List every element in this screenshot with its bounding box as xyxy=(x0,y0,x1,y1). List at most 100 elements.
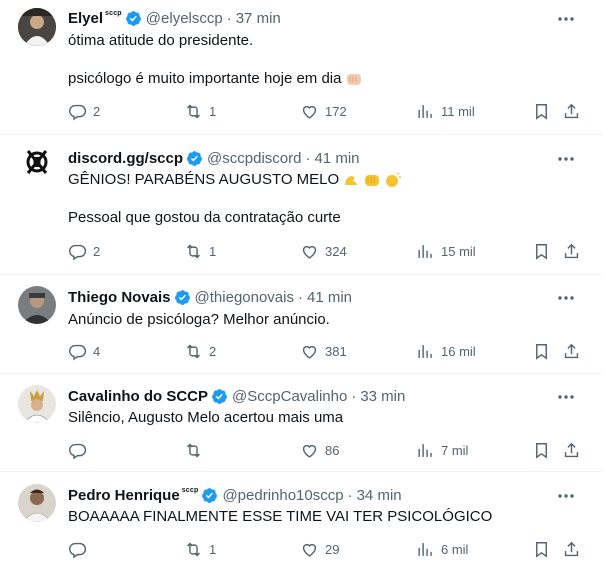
tweet-text-line: GÊNIOS! PARABÉNS AUGUSTO MELO xyxy=(68,170,402,190)
handle[interactable]: @SccpCavalinho xyxy=(232,388,347,405)
fist-emoji xyxy=(346,74,361,86)
verified-badge-icon xyxy=(187,150,202,166)
share-icon xyxy=(564,442,579,457)
tweet[interactable]: Elyel sccp @elyelsccp · 37 min ótima ati… xyxy=(0,0,603,135)
display-name[interactable]: Cavalinho do SCCP xyxy=(68,388,208,405)
retweet-button[interactable] xyxy=(184,439,209,461)
tweet-header: Pedro Henrique sccp @pedrinho10sccp · 34… xyxy=(68,486,402,504)
like-count: 324 xyxy=(325,243,347,259)
share-button[interactable] xyxy=(562,439,581,461)
tweet[interactable]: Pedro Henrique sccp @pedrinho10sccp · 34… xyxy=(0,472,603,571)
views-button[interactable]: 15 mil xyxy=(416,240,476,262)
share-button[interactable] xyxy=(562,340,581,362)
reply-count: 2 xyxy=(93,103,101,119)
avatar[interactable] xyxy=(18,143,56,181)
retweet-button[interactable]: 2 xyxy=(184,340,216,362)
views-count: 7 mil xyxy=(441,442,469,458)
more-options-icon[interactable] xyxy=(555,289,577,307)
more-options-icon[interactable] xyxy=(555,388,577,406)
display-name[interactable]: Pedro Henrique xyxy=(68,487,180,504)
tweet-header: Elyel sccp @elyelsccp · 37 min xyxy=(68,9,281,27)
like-button[interactable]: 324 xyxy=(300,240,347,262)
share-button[interactable] xyxy=(562,100,581,122)
tweet[interactable]: discord.gg/sccp @sccpdiscord · 41 min GÊ… xyxy=(0,135,603,275)
tweet-text-line: Anúncio de psicóloga? Melhor anúncio. xyxy=(68,311,330,328)
retweet-button[interactable]: 1 xyxy=(184,100,216,122)
bookmark-button[interactable] xyxy=(532,340,551,362)
display-name[interactable]: discord.gg/sccp xyxy=(68,150,183,167)
share-icon xyxy=(564,243,579,258)
views-chart-icon xyxy=(418,542,432,556)
reply-button[interactable]: 2 xyxy=(68,240,100,262)
share-button[interactable] xyxy=(562,538,581,560)
retweet-button[interactable]: 1 xyxy=(184,538,216,560)
reply-button[interactable] xyxy=(68,538,93,560)
more-options-icon[interactable] xyxy=(555,487,577,505)
tweet-text-line: ótima atitude do presidente. xyxy=(68,32,254,49)
timestamp[interactable]: 41 min xyxy=(314,150,359,167)
handle[interactable]: @pedrinho10sccp xyxy=(222,487,343,504)
reply-button[interactable] xyxy=(68,439,93,461)
views-chart-icon xyxy=(418,104,432,118)
display-name[interactable]: Thiego Novais xyxy=(68,289,171,306)
views-button[interactable]: 6 mil xyxy=(416,538,468,560)
timestamp[interactable]: 34 min xyxy=(357,487,402,504)
reply-icon xyxy=(69,244,87,260)
timestamp[interactable]: 33 min xyxy=(360,388,405,405)
more-options-icon[interactable] xyxy=(555,150,577,168)
share-button[interactable] xyxy=(562,240,581,262)
retweet-button[interactable]: 1 xyxy=(184,240,216,262)
views-button[interactable]: 7 mil xyxy=(416,439,468,461)
avatar[interactable] xyxy=(18,8,56,46)
more-options-icon[interactable] xyxy=(555,10,577,28)
action-bar: 86 7 mil xyxy=(68,439,589,461)
heart-icon xyxy=(302,105,317,119)
clapping-hands-emoji xyxy=(386,172,402,188)
heart-icon xyxy=(302,345,317,359)
action-bar: 2 1 324 15 mil xyxy=(68,240,589,262)
like-count: 381 xyxy=(325,343,347,359)
affiliation-label: sccp xyxy=(105,9,122,17)
share-icon xyxy=(564,343,579,358)
handle[interactable]: @thiegonovais xyxy=(195,289,294,306)
action-bar: 1 29 6 mil xyxy=(68,538,589,560)
verified-badge-icon xyxy=(202,487,218,503)
verified-badge-icon xyxy=(125,10,141,26)
like-button[interactable]: 86 xyxy=(300,439,339,461)
avatar[interactable] xyxy=(18,484,56,522)
views-button[interactable]: 11 mil xyxy=(416,100,475,122)
reply-count: 4 xyxy=(93,343,101,359)
retweet-count: 2 xyxy=(209,343,217,359)
bookmark-button[interactable] xyxy=(532,240,551,262)
display-name[interactable]: Elyel xyxy=(68,10,103,27)
like-button[interactable]: 381 xyxy=(300,340,347,362)
views-button[interactable]: 16 mil xyxy=(416,340,476,362)
action-bar: 2 1 172 11 mil xyxy=(68,100,589,122)
like-count: 86 xyxy=(325,442,340,458)
avatar[interactable] xyxy=(18,286,56,324)
timestamp[interactable]: 37 min xyxy=(236,10,281,27)
like-button[interactable]: 172 xyxy=(300,100,347,122)
views-chart-icon xyxy=(418,344,432,358)
reply-button[interactable]: 4 xyxy=(68,340,100,362)
bookmark-button[interactable] xyxy=(532,439,551,461)
retweet-count: 1 xyxy=(209,243,217,259)
avatar[interactable] xyxy=(18,385,56,423)
reply-button[interactable]: 2 xyxy=(68,100,100,122)
handle[interactable]: @sccpdiscord xyxy=(207,150,301,167)
tweet-header: discord.gg/sccp @sccpdiscord · 41 min xyxy=(68,149,360,167)
like-button[interactable]: 29 xyxy=(300,538,339,560)
timestamp[interactable]: 41 min xyxy=(307,289,352,306)
handle[interactable]: @elyelsccp xyxy=(146,10,223,27)
reply-icon xyxy=(69,542,87,558)
tweet[interactable]: Thiego Novais @thiegonovais · 41 min Anú… xyxy=(0,275,603,374)
heart-icon xyxy=(302,245,317,259)
views-count: 6 mil xyxy=(441,541,469,557)
tweet-text-line: psicólogo é muito importante hoje em dia xyxy=(68,69,363,89)
bookmark-button[interactable] xyxy=(532,538,551,560)
bookmark-button[interactable] xyxy=(532,100,551,122)
fist-emoji xyxy=(365,175,380,187)
tweet[interactable]: Cavalinho do SCCP @SccpCavalinho · 33 mi… xyxy=(0,374,603,472)
views-chart-icon xyxy=(418,443,432,457)
tweet-text-line: Pessoal que gostou da contratação curte xyxy=(68,209,341,226)
